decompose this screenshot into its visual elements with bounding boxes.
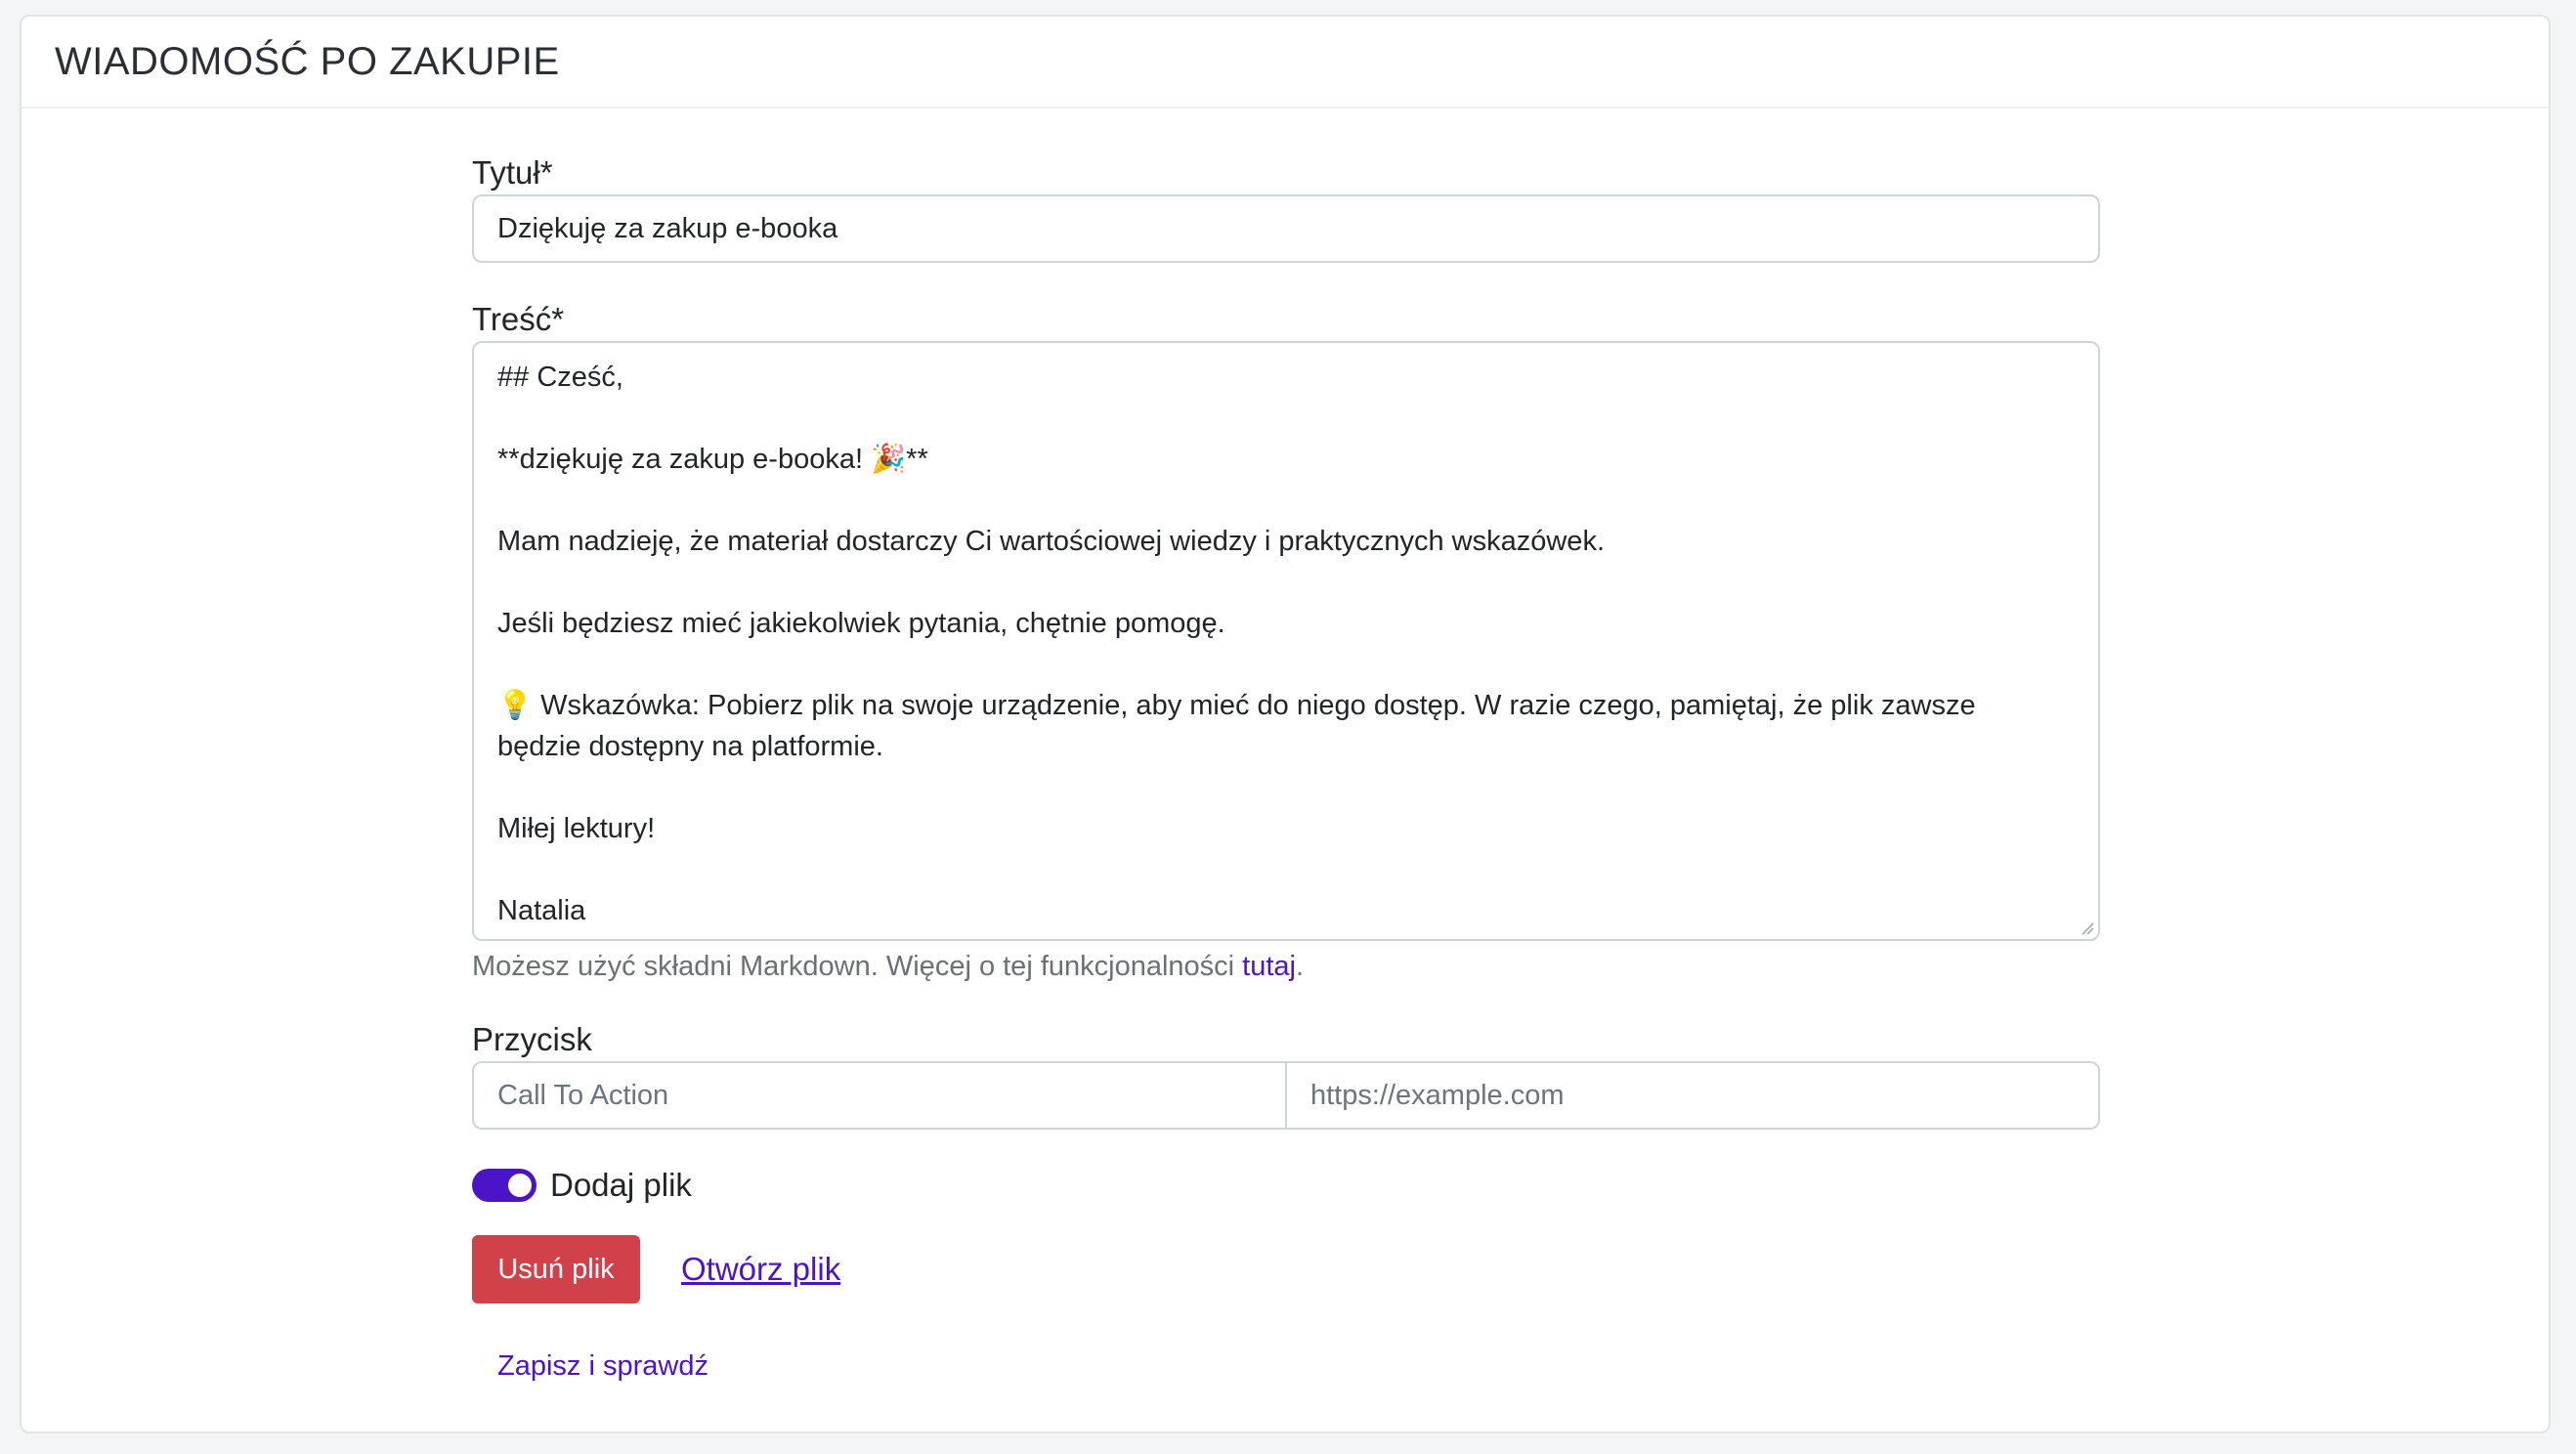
cta-text-input[interactable]: Call To Action	[472, 1061, 1286, 1130]
cta-text-placeholder: Call To Action	[497, 1079, 669, 1111]
add-file-label: Dodaj plik	[550, 1167, 692, 1203]
content-line: **dziękuję za zakup e-booka! 🎉**	[497, 444, 928, 475]
message-card: WIADOMOŚĆ PO ZAKUPIE Tytuł* Dziękuję za …	[20, 15, 2551, 1433]
page-title: WIADOMOŚĆ PO ZAKUPIE	[55, 39, 560, 83]
remove-file-button[interactable]: Usuń plik	[472, 1235, 640, 1304]
content-line: Mam nadzieję, że materiał dostarczy Ci w…	[497, 526, 1605, 557]
title-label: Tytuł*	[472, 154, 553, 191]
content-line	[497, 767, 2075, 808]
content-line	[497, 644, 2075, 685]
markdown-help-prefix: Możesz użyć składni Markdown. Więcej o t…	[472, 951, 1243, 982]
toggle-knob	[508, 1174, 532, 1197]
card-header: WIADOMOŚĆ PO ZAKUPIE	[21, 17, 2549, 108]
markdown-help-text: Możesz użyć składni Markdown. Więcej o t…	[472, 951, 2100, 983]
content-textarea[interactable]: ## Cześć, **dziękuję za zakup e-booka! 🎉…	[472, 341, 2100, 941]
content-line	[497, 849, 2075, 890]
add-file-toggle[interactable]	[472, 1169, 537, 1202]
content-line: Natalia	[497, 895, 586, 926]
title-input[interactable]: Dziękuję za zakup e-booka	[472, 194, 2100, 263]
content-line: Miłej lektury!	[497, 813, 656, 844]
title-input-value: Dziękuję za zakup e-booka	[497, 212, 838, 244]
content-line: będzie dostępny na platformie.	[497, 731, 883, 762]
cta-url-input[interactable]: https://example.com	[1286, 1061, 2100, 1130]
content-line: 💡 Wskazówka: Pobierz plik na swoje urząd…	[497, 690, 1976, 721]
content-line	[497, 562, 2075, 603]
markdown-help-link[interactable]: tutaj	[1242, 951, 1296, 982]
file-actions: Usuń plik Otwórz plik	[472, 1235, 2100, 1304]
save-and-check-link[interactable]: Zapisz i sprawdź	[497, 1350, 2100, 1383]
cta-url-placeholder: https://example.com	[1310, 1079, 1565, 1111]
button-section-label: Przycisk	[472, 1021, 592, 1057]
content-label: Treść*	[472, 301, 565, 337]
content-line	[497, 398, 2075, 439]
open-file-link[interactable]: Otwórz plik	[681, 1251, 840, 1288]
content-line: ## Cześć,	[497, 362, 623, 393]
content-line	[497, 480, 2075, 521]
content-text: ## Cześć, **dziękuję za zakup e-booka! 🎉…	[497, 357, 2075, 931]
resize-handle-icon[interactable]	[2081, 921, 2094, 935]
message-form: Tytuł* Dziękuję za zakup e-booka Treść* …	[472, 108, 2100, 1383]
markdown-help-suffix: .	[1295, 951, 1305, 982]
cta-input-group: Call To Action https://example.com	[472, 1061, 2100, 1130]
add-file-toggle-row: Dodaj plik	[472, 1167, 2100, 1204]
content-line: Jeśli będziesz mieć jakiekolwiek pytania…	[497, 608, 1225, 639]
